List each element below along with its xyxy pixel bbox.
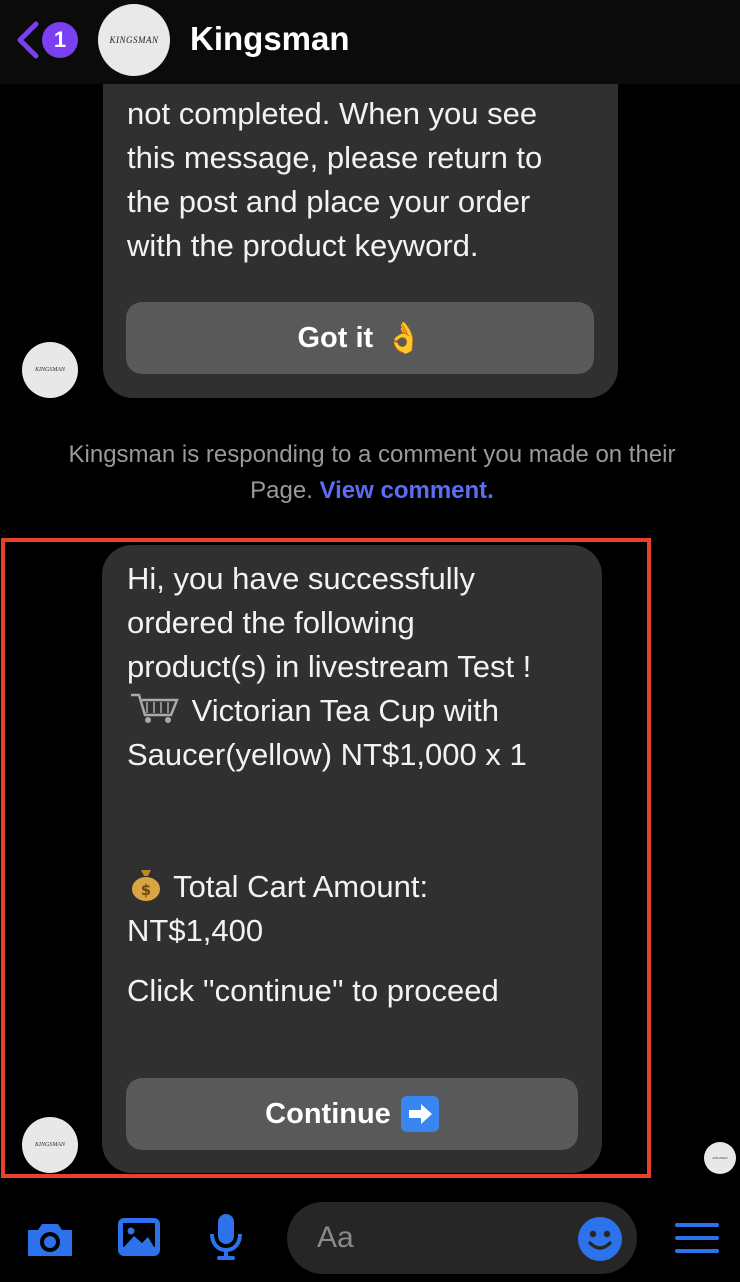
back-button[interactable]: 1 — [12, 18, 82, 62]
read-receipt-avatar: KINGSMAN — [704, 1142, 736, 1174]
smiley-icon[interactable] — [577, 1216, 623, 1262]
shopping-cart-icon — [131, 693, 179, 723]
composer-bar — [0, 1198, 740, 1282]
message-line: ordered the following — [127, 605, 415, 640]
product-line: Victorian Tea Cup with — [127, 689, 597, 733]
product-name: Victorian Tea Cup with — [191, 693, 499, 728]
continue-label: Continue — [265, 1097, 391, 1130]
message-line: product(s) in livestream Test ! — [127, 649, 532, 684]
got-it-button[interactable]: Got it 👌 — [126, 302, 594, 374]
total-amount: NT$1,400 — [127, 913, 264, 948]
order-message-text: Hi, you have successfully ordered the fo… — [127, 557, 597, 1013]
view-comment-link[interactable]: View comment. — [320, 477, 494, 504]
message-bubble: not completed. When you see this message… — [103, 40, 618, 398]
ok-hand-icon: 👌 — [385, 320, 423, 356]
continue-button[interactable]: Continue — [126, 1078, 578, 1150]
message-line: the post and place your order — [127, 184, 531, 219]
comment-notice: Kingsman is responding to a comment you … — [40, 437, 704, 509]
page-avatar[interactable]: KINGSMAN — [98, 4, 170, 76]
message-line: Saucer(yellow) NT$1,000 x 1 — [127, 737, 527, 772]
message-line: Hi, you have successfully — [127, 561, 476, 596]
arrow-right-icon — [400, 1096, 439, 1132]
sender-avatar: KINGSMAN — [22, 342, 78, 398]
total-label: Total Cart Amount: — [173, 869, 429, 904]
message-line: this message, please return to — [127, 140, 543, 175]
message-composer — [287, 1202, 637, 1274]
message-text: not completed. When you see this message… — [127, 92, 607, 268]
chevron-left-icon — [17, 21, 39, 59]
microphone-icon[interactable] — [208, 1212, 244, 1262]
sender-avatar: KINGSMAN — [22, 1117, 78, 1173]
got-it-label: Got it — [297, 321, 374, 354]
money-bag-icon: $ — [132, 870, 160, 901]
message-line: not completed. When you see — [127, 96, 538, 131]
image-icon[interactable] — [116, 1216, 162, 1258]
svg-text:$: $ — [141, 881, 151, 899]
total-line: $ Total Cart Amount: — [127, 865, 597, 909]
message-line: Click ''continue'' to proceed — [127, 973, 499, 1008]
camera-icon[interactable] — [24, 1220, 76, 1260]
message-line: with the product keyword. — [127, 228, 479, 263]
order-message-bubble: Hi, you have successfully ordered the fo… — [102, 545, 602, 1173]
unread-badge: 1 — [42, 22, 78, 58]
chat-title[interactable]: Kingsman — [190, 20, 350, 58]
chat-header: 1 KINGSMAN Kingsman — [0, 0, 740, 84]
messenger-screen: 1 KINGSMAN Kingsman not completed. When … — [0, 0, 740, 1282]
message-input[interactable] — [317, 1202, 567, 1274]
menu-icon[interactable] — [674, 1220, 720, 1256]
avatar-logo-text: KINGSMAN — [109, 35, 159, 45]
